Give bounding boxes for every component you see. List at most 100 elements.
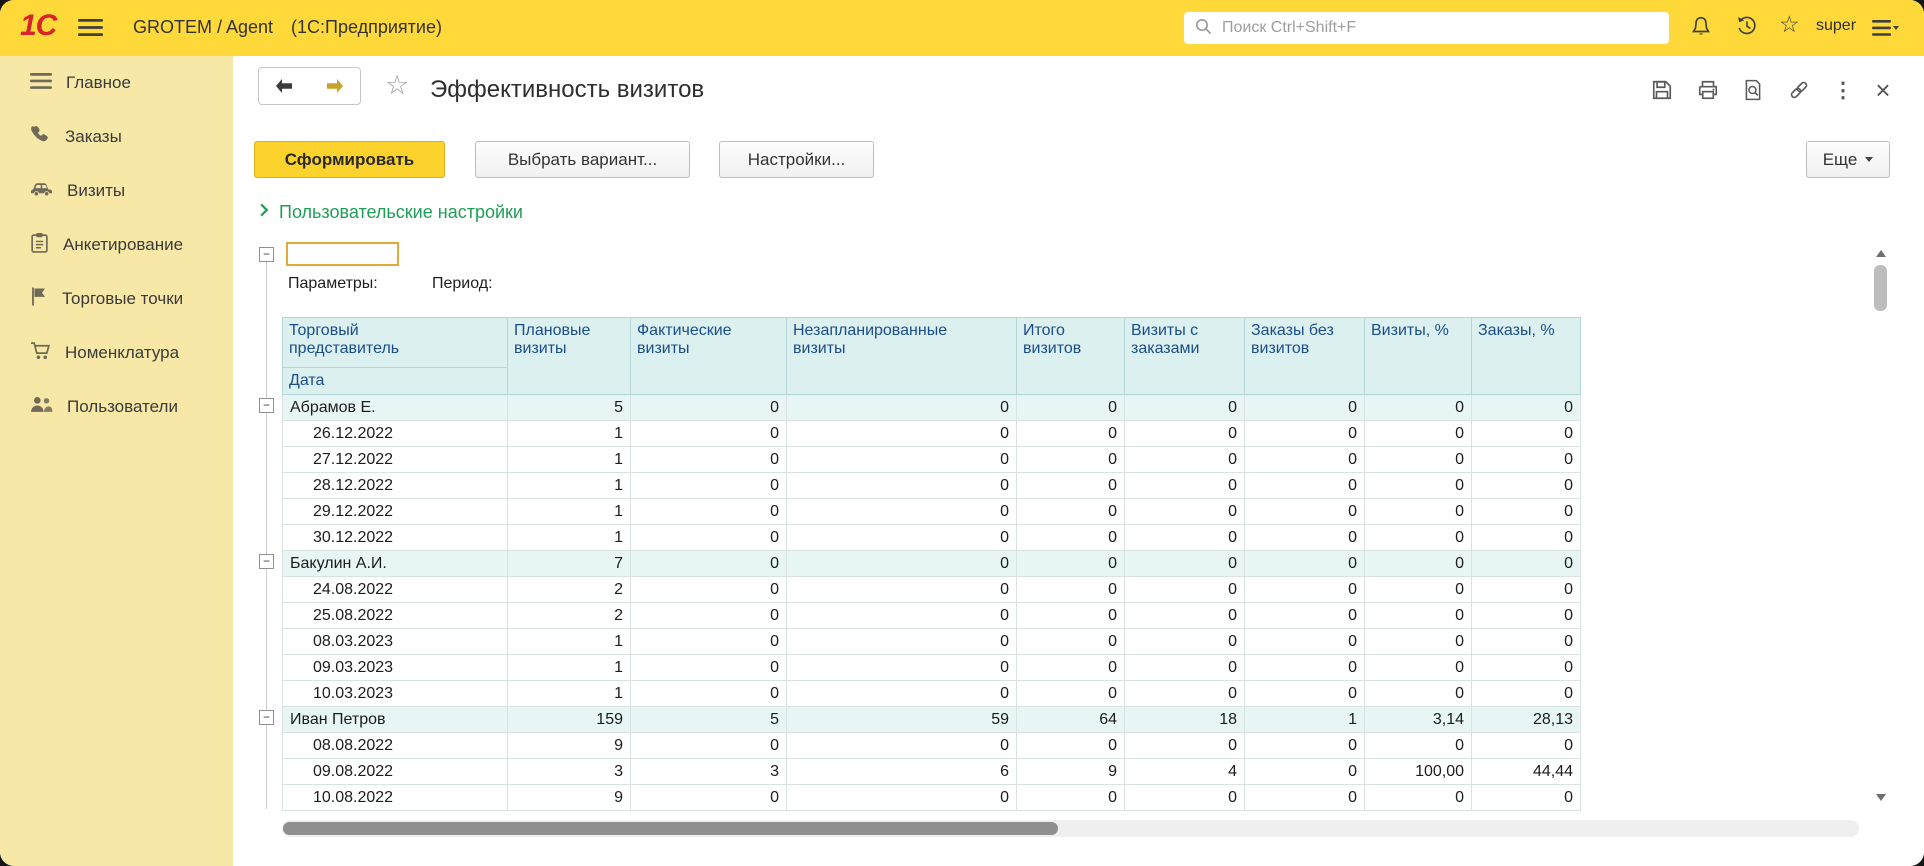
collapse-group-button[interactable]: − [259, 710, 274, 725]
group-total-cell[interactable]: 0 [786, 394, 1017, 422]
user-settings-expander[interactable]: Пользовательские настройки [260, 202, 523, 223]
value-cell[interactable]: 0 [1471, 576, 1581, 604]
value-cell[interactable]: 9 [507, 732, 631, 760]
value-cell[interactable]: 0 [1471, 498, 1581, 526]
horizontal-scrollbar[interactable] [282, 820, 1859, 837]
value-cell[interactable]: 0 [1364, 732, 1472, 760]
value-cell[interactable]: 1 [507, 654, 631, 682]
group-total-cell[interactable]: 0 [1244, 394, 1365, 422]
group-total-cell[interactable]: 0 [1471, 394, 1581, 422]
value-cell[interactable]: 0 [630, 784, 787, 812]
value-cell[interactable]: 0 [1244, 472, 1365, 500]
date-cell[interactable]: 08.03.2023 [282, 628, 508, 656]
representative-column-header[interactable]: Торговый представитель [282, 317, 508, 368]
date-column-header[interactable]: Дата [282, 366, 508, 396]
detail-date-row[interactable]: 28.12.2022 1 0 0 0 0 0 0 0 [282, 472, 1581, 500]
group-total-cell[interactable]: 5 [630, 706, 787, 734]
date-cell[interactable]: 26.12.2022 [282, 420, 508, 448]
value-cell[interactable]: 0 [1364, 524, 1472, 552]
group-total-cell[interactable]: 7 [507, 550, 631, 578]
group-total-cell[interactable]: 0 [1016, 394, 1125, 422]
value-cell[interactable]: 1 [507, 472, 631, 500]
group-total-row[interactable]: Иван Петров 159 5 59 64 18 1 3,14 28,13 [282, 706, 1581, 734]
value-cell[interactable]: 1 [507, 446, 631, 474]
value-cell[interactable]: 0 [630, 524, 787, 552]
sidebar-item-visits[interactable]: Визиты [0, 164, 233, 218]
value-cell[interactable]: 0 [1124, 524, 1245, 552]
value-cell[interactable]: 0 [1471, 784, 1581, 812]
scroll-up-arrow[interactable] [1872, 245, 1889, 261]
value-cell[interactable]: 0 [1124, 628, 1245, 656]
value-cell[interactable]: 44,44 [1471, 758, 1581, 786]
value-cell[interactable]: 0 [1016, 628, 1125, 656]
value-cell[interactable]: 0 [1471, 446, 1581, 474]
value-cell[interactable]: 0 [630, 732, 787, 760]
value-cell[interactable]: 4 [1124, 758, 1245, 786]
value-cell[interactable]: 0 [786, 602, 1017, 630]
value-cell[interactable]: 100,00 [1364, 758, 1472, 786]
value-cell[interactable]: 0 [786, 628, 1017, 656]
value-cell[interactable]: 1 [507, 498, 631, 526]
value-cell[interactable]: 0 [1016, 654, 1125, 682]
close-icon[interactable]: × [1871, 77, 1895, 103]
date-cell[interactable]: 28.12.2022 [282, 472, 508, 500]
column-header[interactable]: Незапланированные визиты [786, 316, 1017, 396]
value-cell[interactable]: 0 [1016, 524, 1125, 552]
value-cell[interactable]: 0 [630, 576, 787, 604]
value-cell[interactable]: 0 [630, 446, 787, 474]
value-cell[interactable]: 2 [507, 576, 631, 604]
value-cell[interactable]: 0 [786, 784, 1017, 812]
date-cell[interactable]: 30.12.2022 [282, 524, 508, 552]
service-menu-icon[interactable] [1872, 19, 1899, 42]
more-button[interactable]: Еще [1806, 141, 1890, 178]
value-cell[interactable]: 0 [1471, 602, 1581, 630]
date-cell[interactable]: 24.08.2022 [282, 576, 508, 604]
value-cell[interactable]: 0 [1016, 680, 1125, 708]
detail-date-row[interactable]: 26.12.2022 1 0 0 0 0 0 0 0 [282, 420, 1581, 448]
collapse-group-button[interactable]: − [259, 398, 274, 413]
value-cell[interactable]: 0 [1364, 576, 1472, 604]
group-name-cell[interactable]: Бакулин А.И. [282, 550, 508, 578]
value-cell[interactable]: 0 [1016, 472, 1125, 500]
group-total-cell[interactable]: 0 [1364, 550, 1472, 578]
value-cell[interactable]: 0 [786, 654, 1017, 682]
sidebar-item-orders[interactable]: Заказы [0, 110, 233, 164]
group-total-cell[interactable]: 1 [1244, 706, 1365, 734]
value-cell[interactable]: 0 [1471, 680, 1581, 708]
select-variant-button[interactable]: Выбрать вариант... [475, 141, 690, 178]
value-cell[interactable]: 9 [507, 784, 631, 812]
column-header[interactable]: Заказы, % [1471, 316, 1581, 396]
value-cell[interactable]: 0 [1124, 732, 1245, 760]
column-header[interactable]: Визиты, % [1364, 316, 1472, 396]
favorite-report-star-icon[interactable]: ☆ [385, 70, 409, 101]
favorites-star-icon[interactable]: ☆ [1779, 11, 1800, 38]
date-cell[interactable]: 09.03.2023 [282, 654, 508, 682]
value-cell[interactable]: 9 [1016, 758, 1125, 786]
collapse-group-button[interactable]: − [259, 554, 274, 569]
sidebar-item-outlets[interactable]: Торговые точки [0, 272, 233, 326]
more-menu-kebab-icon[interactable]: ⋮ [1831, 78, 1855, 102]
value-cell[interactable]: 0 [1244, 420, 1365, 448]
value-cell[interactable]: 1 [507, 680, 631, 708]
group-total-row[interactable]: Абрамов Е. 5 0 0 0 0 0 0 0 [282, 394, 1581, 422]
column-header[interactable]: Визиты с заказами [1124, 316, 1245, 396]
main-menu-burger-icon[interactable] [78, 18, 103, 42]
value-cell[interactable]: 0 [786, 498, 1017, 526]
value-cell[interactable]: 0 [1364, 498, 1472, 526]
detail-date-row[interactable]: 30.12.2022 1 0 0 0 0 0 0 0 [282, 524, 1581, 552]
value-cell[interactable]: 0 [630, 420, 787, 448]
group-total-cell[interactable]: 0 [1471, 550, 1581, 578]
value-cell[interactable]: 0 [1124, 576, 1245, 604]
column-header[interactable]: Заказы без визитов [1244, 316, 1365, 396]
sidebar-item-main[interactable]: Главное [0, 56, 233, 110]
value-cell[interactable]: 0 [1016, 576, 1125, 604]
value-cell[interactable]: 0 [1244, 654, 1365, 682]
date-cell[interactable]: 25.08.2022 [282, 602, 508, 630]
value-cell[interactable]: 0 [1244, 498, 1365, 526]
detail-date-row[interactable]: 09.08.2022 3 3 6 9 4 0 100,00 44,44 [282, 758, 1581, 786]
generate-button[interactable]: Сформировать [254, 141, 445, 178]
value-cell[interactable]: 0 [786, 446, 1017, 474]
group-total-cell[interactable]: 28,13 [1471, 706, 1581, 734]
value-cell[interactable]: 0 [1016, 732, 1125, 760]
value-cell[interactable]: 0 [1124, 654, 1245, 682]
